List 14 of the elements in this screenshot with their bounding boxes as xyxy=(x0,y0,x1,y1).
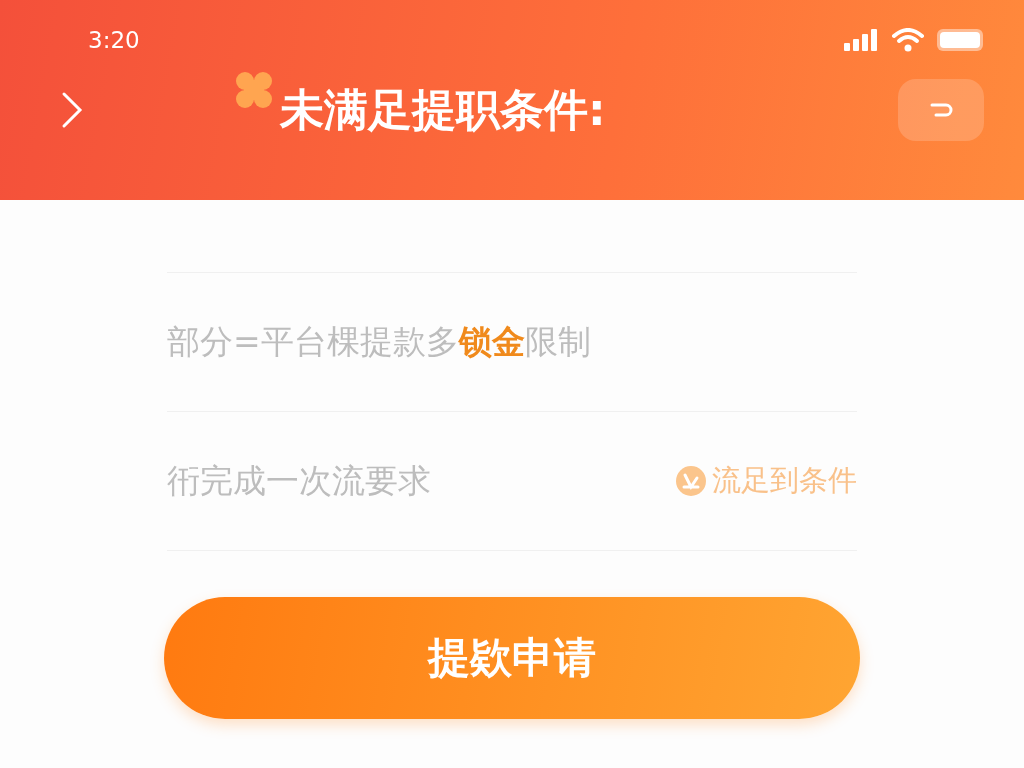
badge-icon xyxy=(676,466,706,496)
submit-button[interactable]: 提欵申请 xyxy=(164,597,860,719)
status-time: 3:20 xyxy=(88,27,140,53)
signal-icon xyxy=(844,29,880,51)
condition-text: 部分=平台棵提款多锁金限制 xyxy=(167,320,591,363)
wifi-icon xyxy=(892,28,924,52)
toggle-button[interactable] xyxy=(898,79,984,141)
forward-chevron-button[interactable] xyxy=(60,90,84,130)
battery-icon xyxy=(936,28,984,52)
cross-icon xyxy=(234,70,274,110)
chevron-right-icon xyxy=(60,90,84,130)
condition-link[interactable]: 流足到条件 xyxy=(676,461,857,501)
condition-text: 衎完成一次流要求 xyxy=(167,459,431,502)
page-title: 未满足提职条件: xyxy=(280,82,606,137)
